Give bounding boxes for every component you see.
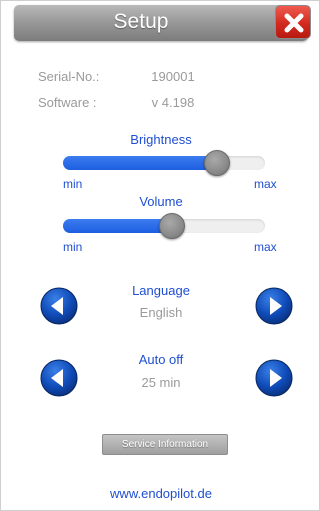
volume-label: Volume <box>139 194 183 209</box>
close-x-icon <box>284 13 304 33</box>
brightness-fill <box>63 156 217 170</box>
window-title: Setup <box>113 10 169 33</box>
arrow-left-icon <box>40 359 78 397</box>
volume-thumb[interactable] <box>159 213 185 239</box>
arrow-right-icon <box>255 359 293 397</box>
serial-label: Serial-No.: <box>38 69 100 84</box>
volume-fill <box>63 219 172 233</box>
auto-off-next-button[interactable] <box>255 359 293 397</box>
volume-min-label: min <box>63 240 83 254</box>
brightness-max-label: max <box>254 177 277 191</box>
brightness-thumb[interactable] <box>204 150 230 176</box>
arrow-left-icon <box>40 287 78 325</box>
brightness-slider[interactable] <box>63 150 265 176</box>
website-link[interactable]: www.endopilot.de <box>1 486 320 501</box>
arrow-right-icon <box>255 287 293 325</box>
software-value: v 4.198 <box>151 95 195 110</box>
serial-value: 190001 <box>151 69 195 84</box>
software-label: Software : <box>38 95 97 110</box>
volume-slider[interactable] <box>63 213 265 239</box>
language-prev-button[interactable] <box>40 287 78 325</box>
volume-max-label: max <box>254 240 277 254</box>
auto-off-prev-button[interactable] <box>40 359 78 397</box>
close-button[interactable] <box>275 5 311 39</box>
brightness-min-label: min <box>63 177 83 191</box>
language-next-button[interactable] <box>255 287 293 325</box>
service-information-button[interactable]: Service Information <box>102 434 228 455</box>
brightness-label: Brightness <box>130 132 192 147</box>
title-bar: Setup <box>14 5 308 41</box>
setup-window: Setup Serial-No.: 190001 Software : v 4.… <box>0 0 320 511</box>
